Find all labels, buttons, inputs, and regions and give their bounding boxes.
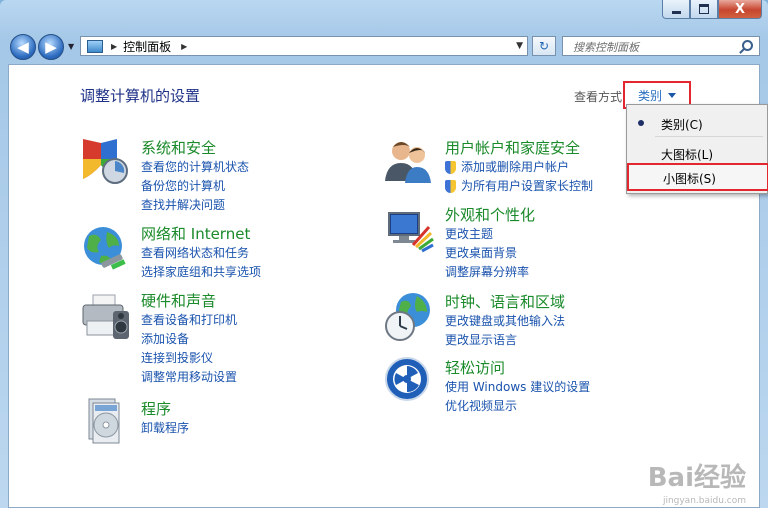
refresh-button[interactable]: ↻ bbox=[532, 36, 556, 56]
view-by-value[interactable]: 类别 bbox=[638, 87, 662, 104]
menu-separator bbox=[655, 136, 763, 137]
category-title[interactable]: 时钟、语言和区域 bbox=[445, 291, 565, 312]
link-connect-projector[interactable]: 连接到投影仪 bbox=[141, 349, 237, 368]
category-title[interactable]: 网络和 Internet bbox=[141, 223, 261, 244]
menu-item-large-icons[interactable]: 大图标(L) bbox=[627, 141, 767, 165]
view-by-menu: 类别(C) 大图标(L) 小图标(S) bbox=[626, 104, 768, 194]
control-panel-icon bbox=[87, 39, 103, 53]
search-input[interactable] bbox=[571, 38, 745, 56]
category-title[interactable]: 程序 bbox=[141, 398, 189, 419]
recent-pages-dropdown[interactable]: ▼ bbox=[68, 42, 74, 51]
link-view-computer-status[interactable]: 查看您的计算机状态 bbox=[141, 158, 249, 177]
category-clock-language: 时钟、语言和区域 更改键盘或其他输入法 更改显示语言 bbox=[445, 291, 565, 350]
link-find-fix-problems[interactable]: 查找并解决问题 bbox=[141, 196, 249, 215]
category-title[interactable]: 硬件和声音 bbox=[141, 290, 237, 311]
programs-icon bbox=[88, 398, 120, 444]
category-title[interactable]: 轻松访问 bbox=[445, 357, 590, 378]
window-frame: X ◀ ▶ ▼ ▶ 控制面板 ▶ ▼ ↻ 调整计算机的设置 查看方式: 类别 bbox=[0, 0, 768, 508]
breadcrumb-control-panel[interactable]: 控制面板 bbox=[123, 38, 171, 55]
category-title[interactable]: 外观和个性化 bbox=[445, 204, 535, 225]
link-change-desktop-background[interactable]: 更改桌面背景 bbox=[445, 244, 535, 263]
link-change-keyboard[interactable]: 更改键盘或其他输入法 bbox=[445, 312, 565, 331]
address-bar[interactable]: ▶ 控制面板 ▶ ▼ bbox=[80, 36, 528, 56]
menu-item-small-icons[interactable]: 小图标(S) bbox=[627, 163, 768, 191]
baidu-jingyan-watermark: Bai经验 bbox=[647, 463, 746, 493]
clock-language-icon bbox=[385, 293, 430, 341]
search-icon[interactable] bbox=[742, 40, 753, 51]
address-dropdown-icon[interactable]: ▼ bbox=[516, 41, 523, 51]
selected-bullet-icon bbox=[638, 120, 644, 126]
breadcrumb-arrow-icon[interactable]: ▶ bbox=[111, 42, 117, 51]
view-by-label: 查看方式: bbox=[574, 90, 627, 104]
category-title[interactable]: 用户帐户和家庭安全 bbox=[445, 137, 593, 158]
link-add-remove-accounts[interactable]: 添加或删除用户帐户 bbox=[445, 158, 593, 177]
category-title[interactable]: 系统和安全 bbox=[141, 137, 249, 158]
menu-item-label: 小图标(S) bbox=[663, 172, 716, 186]
breadcrumb-arrow-icon[interactable]: ▶ bbox=[181, 42, 187, 51]
dropdown-arrow-icon[interactable] bbox=[668, 92, 676, 98]
minimize-button[interactable] bbox=[662, 0, 690, 19]
hardware-sound-icon bbox=[82, 294, 129, 339]
watermark-url: jingyan.baidu.com bbox=[662, 496, 746, 506]
link-backup-computer[interactable]: 备份您的计算机 bbox=[141, 177, 249, 196]
link-uninstall-program[interactable]: 卸载程序 bbox=[141, 419, 189, 438]
network-icon bbox=[84, 227, 126, 270]
system-security-icon bbox=[83, 139, 128, 184]
ease-of-access-icon bbox=[385, 357, 429, 401]
appearance-icon bbox=[388, 212, 434, 253]
search-box[interactable] bbox=[562, 36, 760, 56]
category-user-accounts: 用户帐户和家庭安全 添加或删除用户帐户 为所有用户设置家长控制 bbox=[445, 137, 593, 196]
link-optimize-visual-display[interactable]: 优化视频显示 bbox=[445, 397, 590, 416]
link-mobility-settings[interactable]: 调整常用移动设置 bbox=[141, 368, 237, 387]
category-network-internet: 网络和 Internet 查看网络状态和任务 选择家庭组和共享选项 bbox=[141, 223, 261, 282]
menu-item-label: 大图标(L) bbox=[661, 148, 714, 162]
close-button[interactable]: X bbox=[718, 0, 762, 19]
link-change-theme[interactable]: 更改主题 bbox=[445, 225, 535, 244]
link-screen-resolution[interactable]: 调整屏幕分辨率 bbox=[445, 263, 535, 282]
navigation-bar: ◀ ▶ ▼ ▶ 控制面板 ▶ ▼ ↻ bbox=[8, 32, 760, 60]
user-accounts-icon bbox=[385, 142, 431, 183]
back-button[interactable]: ◀ bbox=[10, 34, 36, 60]
link-view-network-status[interactable]: 查看网络状态和任务 bbox=[141, 244, 261, 263]
link-devices-printers[interactable]: 查看设备和打印机 bbox=[141, 311, 237, 330]
window-controls: X bbox=[662, 0, 762, 19]
link-parental-controls[interactable]: 为所有用户设置家长控制 bbox=[445, 177, 593, 196]
maximize-button[interactable] bbox=[690, 0, 718, 19]
link-homegroup-sharing[interactable]: 选择家庭组和共享选项 bbox=[141, 263, 261, 282]
forward-button[interactable]: ▶ bbox=[38, 34, 64, 60]
category-programs: 程序 卸载程序 bbox=[141, 398, 189, 438]
menu-item-label: 类别(C) bbox=[661, 118, 703, 132]
menu-item-category[interactable]: 类别(C) bbox=[627, 111, 767, 135]
category-ease-of-access: 轻松访问 使用 Windows 建议的设置 优化视频显示 bbox=[445, 357, 590, 416]
category-appearance: 外观和个性化 更改主题 更改桌面背景 调整屏幕分辨率 bbox=[445, 204, 535, 282]
category-hardware-sound: 硬件和声音 查看设备和打印机 添加设备 连接到投影仪 调整常用移动设置 bbox=[141, 290, 237, 387]
page-title: 调整计算机的设置 bbox=[80, 87, 201, 105]
link-add-device[interactable]: 添加设备 bbox=[141, 330, 237, 349]
link-change-display-language[interactable]: 更改显示语言 bbox=[445, 331, 565, 350]
category-system-security: 系统和安全 查看您的计算机状态 备份您的计算机 查找并解决问题 bbox=[141, 137, 249, 215]
link-windows-recommended-settings[interactable]: 使用 Windows 建议的设置 bbox=[445, 378, 590, 397]
